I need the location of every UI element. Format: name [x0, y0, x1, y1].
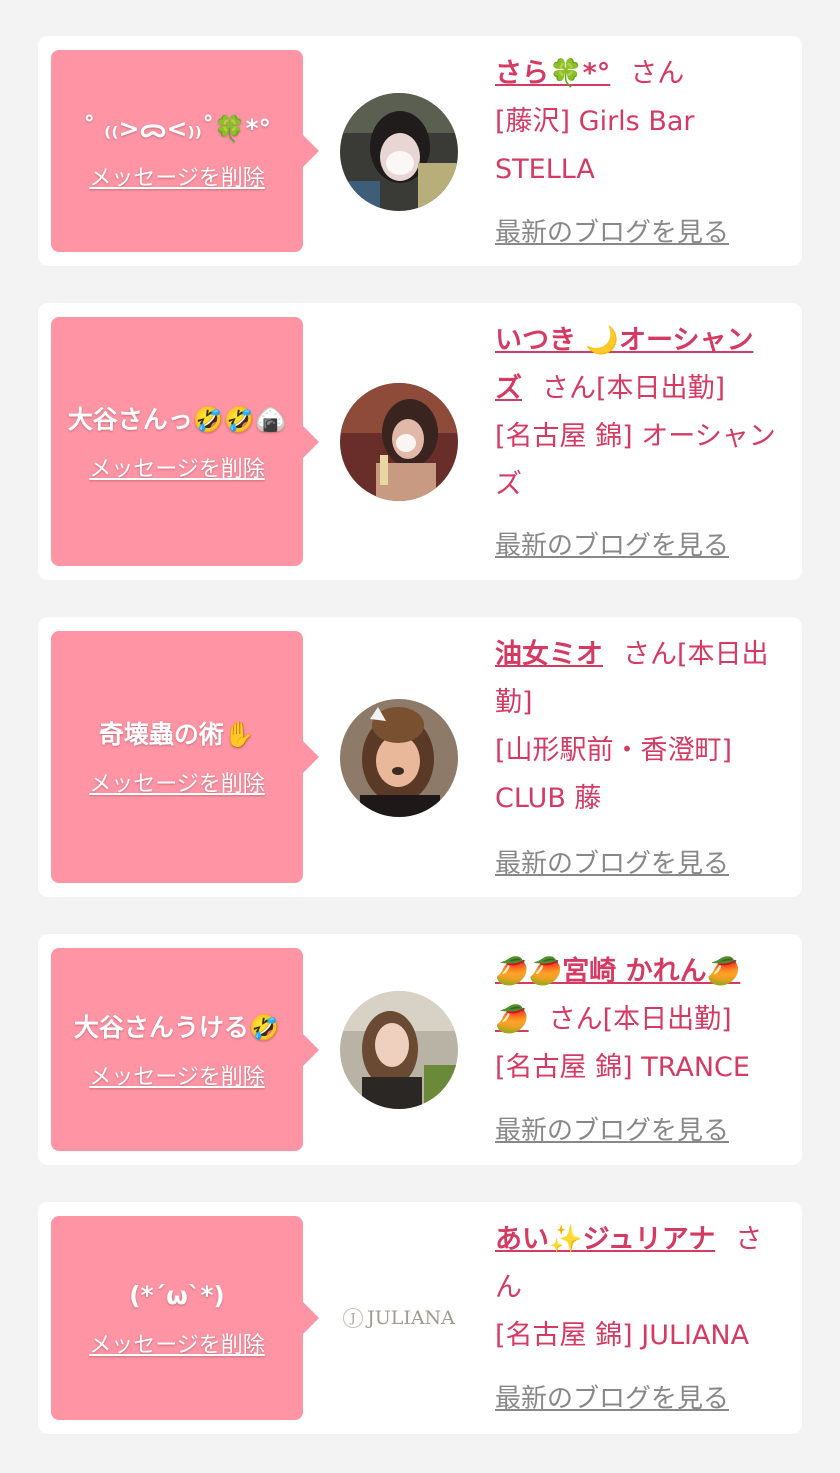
delete-message-link[interactable]: メッセージを削除	[89, 1059, 265, 1091]
shop-info: [名古屋 錦] JULIANA	[495, 1320, 750, 1351]
favorite-card: ˚ ₍₍>ᯅ<₎₎˚🍀*° メッセージを削除 さら🍀*° さん [藤沢] Girl…	[38, 36, 802, 266]
message-bubble: 大谷さんっ🤣🤣🍙 メッセージを削除	[51, 317, 319, 566]
girl-photo-icon	[340, 93, 458, 211]
girl-info: 油女ミオ さん[本日出勤] [山形駅前・香澄町] CLUB 藤	[495, 631, 789, 823]
favorite-card: (*´ω`*) メッセージを削除 J JULIANA あい✨ジュリアナ さん [名古…	[38, 1202, 802, 1434]
favorite-girls-list: ˚ ₍₍>ᯅ<₎₎˚🍀*° メッセージを削除 さら🍀*° さん [藤沢] Girl…	[0, 0, 840, 1473]
latest-blog-link[interactable]: 最新のブログを見る	[495, 1378, 729, 1415]
favorite-card: 大谷さんうける🤣 メッセージを削除 🥭🥭宮崎 かれん🥭🥭 さん[本日出勤] [名古…	[38, 934, 802, 1165]
girl-info: あい✨ジュリアナ さん [名古屋 錦] JULIANA	[495, 1216, 789, 1360]
message-text: 奇壊蟲の術✋	[98, 720, 256, 749]
delete-message-link[interactable]: メッセージを削除	[89, 766, 265, 798]
shop-info: [山形駅前・香澄町] CLUB 藤	[495, 735, 733, 814]
delete-message-link[interactable]: メッセージを削除	[89, 1327, 265, 1359]
message-text: ˚ ₍₍>ᯅ<₎₎˚🍀*°	[82, 114, 272, 143]
message-text: 大谷さんうける🤣	[73, 1012, 281, 1042]
latest-blog-link[interactable]: 最新のブログを見る	[495, 1110, 729, 1147]
latest-blog-link[interactable]: 最新のブログを見る	[495, 212, 729, 249]
logo-mark-icon: J	[343, 1308, 364, 1328]
girl-honorific: さん[本日出勤]	[542, 373, 726, 404]
favorite-card: 奇壊蟲の術✋ メッセージを削除 油女ミオ さん[本日出勤] [山形駅前・香澄町] …	[38, 617, 802, 897]
girl-photo-icon	[340, 991, 458, 1109]
girl-info: 🥭🥭宮崎 かれん🥭🥭 さん[本日出勤] [名古屋 錦] TRANCE	[495, 948, 789, 1092]
message-bubble: ˚ ₍₍>ᯅ<₎₎˚🍀*° メッセージを削除	[51, 50, 319, 252]
latest-blog-link[interactable]: 最新のブログを見る	[495, 525, 729, 562]
girl-info: いつき 🌙オーシャンズ さん[本日出勤] [名古屋 錦] オーシャンズ	[495, 317, 789, 509]
shop-logo[interactable]: J JULIANA	[340, 1259, 458, 1377]
girl-photo-icon	[340, 383, 458, 501]
favorite-card: 大谷さんっ🤣🤣🍙 メッセージを削除 いつき 🌙オーシャンズ さん[本日出勤] [名…	[38, 303, 802, 580]
latest-blog-link[interactable]: 最新のブログを見る	[495, 843, 729, 880]
girl-honorific: さん	[630, 58, 685, 89]
shop-info: [藤沢] Girls Bar STELLA	[495, 106, 695, 185]
message-bubble: (*´ω`*) メッセージを削除	[51, 1216, 319, 1420]
shop-info: [名古屋 錦] オーシャンズ	[495, 421, 776, 500]
girl-name-link[interactable]: 油女ミオ	[495, 639, 603, 670]
message-bubble: 奇壊蟲の術✋ メッセージを削除	[51, 631, 319, 883]
girl-name-link[interactable]: さら🍀*°	[495, 58, 610, 89]
shop-logo-text: JULIANA	[367, 1307, 455, 1329]
girl-info: さら🍀*° さん [藤沢] Girls Bar STELLA	[495, 50, 789, 194]
girl-photo-icon	[340, 699, 458, 817]
message-bubble: 大谷さんうける🤣 メッセージを削除	[51, 948, 319, 1151]
girl-name-link[interactable]: あい✨ジュリアナ	[495, 1224, 715, 1255]
delete-message-link[interactable]: メッセージを削除	[89, 451, 265, 483]
shop-info: [名古屋 錦] TRANCE	[495, 1052, 750, 1083]
avatar[interactable]	[340, 699, 458, 817]
avatar[interactable]	[340, 991, 458, 1109]
message-text: (*´ω`*)	[129, 1281, 225, 1310]
delete-message-link[interactable]: メッセージを削除	[89, 160, 265, 192]
avatar[interactable]	[340, 383, 458, 501]
girl-honorific: さん[本日出勤]	[548, 1004, 732, 1035]
message-text: 大谷さんっ🤣🤣🍙	[67, 404, 287, 434]
avatar[interactable]	[340, 93, 458, 211]
